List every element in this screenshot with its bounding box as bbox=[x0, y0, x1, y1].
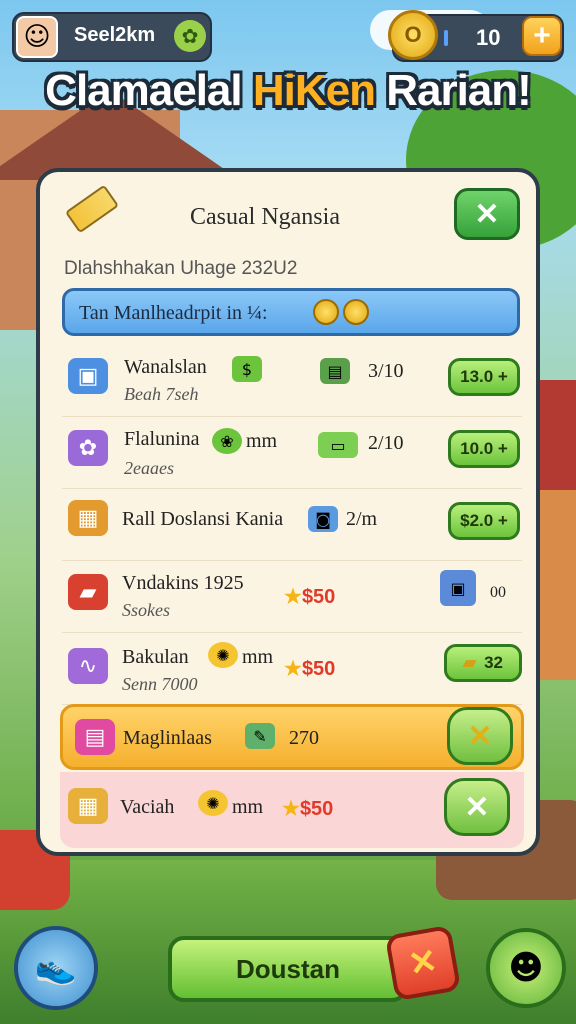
crate-icon: ▦ bbox=[68, 788, 108, 824]
item-name: Flalunina bbox=[124, 428, 200, 450]
item-count: 2/m bbox=[346, 508, 378, 530]
star-price: ★$50 bbox=[282, 796, 333, 821]
shop-row[interactable]: ▦ Rall Doslansi Kania ◙ 2/m $2.0 + bbox=[62, 492, 522, 561]
cake-icon: ▤ bbox=[75, 719, 115, 755]
scroll-icon: ✎ bbox=[245, 723, 275, 749]
coin-icon: O bbox=[388, 10, 438, 60]
clover-badge-icon: ✿ bbox=[174, 20, 206, 52]
star-price: ★$50 bbox=[284, 584, 335, 609]
item-sub: 2eaaes bbox=[124, 458, 174, 478]
item-extra: 00 bbox=[490, 584, 506, 601]
cancel-button[interactable]: ✕ bbox=[384, 924, 462, 1002]
banner-title-part3: Rarian! bbox=[374, 66, 532, 115]
star-icon: ★ bbox=[282, 798, 300, 820]
sun-icon: ✺ bbox=[198, 790, 228, 816]
buy-button[interactable]: $2.0 + bbox=[448, 502, 520, 540]
pet-menu-button[interactable]: ☻ bbox=[486, 928, 566, 1008]
coin-icon bbox=[313, 299, 339, 325]
shop-row[interactable]: ✿ Flalunina ❀ mm 2eaaes ▭ 2/10 10.0 + bbox=[62, 420, 522, 489]
car-icon: ▰ bbox=[68, 574, 108, 610]
coin-count: 10 bbox=[476, 25, 501, 50]
item-name: Rall Doslansi Kania bbox=[122, 508, 284, 530]
coin-panel: O 10 + bbox=[388, 10, 564, 62]
player-panel[interactable]: ☺ Seel2km ✿ bbox=[12, 12, 212, 62]
highlight-row[interactable]: ▤ Maglinlaas ✎ 270 ✕ bbox=[60, 704, 524, 770]
dragon-icon: ∿ bbox=[68, 648, 108, 684]
item-sub: Senn 7000 bbox=[122, 674, 198, 694]
shoe-menu-button[interactable]: 👟 bbox=[14, 926, 98, 1010]
shop-row[interactable]: ∿ Bakulan ✺ mm Senn 7000 ★$50 ▰ 32 bbox=[62, 636, 522, 705]
item-count: 3/10 bbox=[368, 360, 404, 382]
avatar[interactable]: ☺ bbox=[16, 16, 58, 58]
panel-subtitle: Dlahshhakan Uhage 232U2 bbox=[64, 258, 298, 279]
star-icon: ★ bbox=[284, 658, 302, 680]
item-name: Bakulan bbox=[122, 646, 189, 668]
sun-icon: ✺ bbox=[208, 642, 238, 668]
shop-panel: Casual Ngansia ✕ Dlahshhakan Uhage 232U2… bbox=[36, 168, 540, 856]
player-name: Seel2km bbox=[74, 24, 156, 46]
star-price-value: $50 bbox=[299, 798, 334, 820]
item-name: Wanalslan bbox=[124, 356, 207, 378]
item-count: 2/10 bbox=[368, 432, 404, 454]
machine-icon: ▣ bbox=[440, 570, 476, 606]
battery-icon: ▭ bbox=[318, 432, 358, 458]
item-name: Maglinlaas bbox=[123, 727, 212, 749]
highlight-action-button[interactable]: ✕ bbox=[447, 707, 513, 765]
star-icon: ★ bbox=[284, 586, 302, 608]
banner-title: Clamaelal HiKen Rarian! bbox=[0, 66, 576, 116]
star-price-value: $50 bbox=[301, 658, 336, 680]
star-price-value: $50 bbox=[301, 586, 336, 608]
buy-button[interactable]: 10.0 + bbox=[448, 430, 520, 468]
crate-icon: ▦ bbox=[68, 500, 108, 536]
info-bar: Tan Manlheadrpit in ¼: bbox=[62, 288, 520, 336]
item-sub: Ssokes bbox=[122, 600, 170, 620]
add-coins-button[interactable]: + bbox=[522, 16, 562, 56]
highlight-action-button[interactable]: ✕ bbox=[444, 778, 510, 836]
cash-icon: $ bbox=[232, 356, 262, 382]
info-text: Tan Manlheadrpit in ¼: bbox=[79, 302, 268, 324]
coin-symbol: O bbox=[404, 22, 422, 47]
buy-button[interactable]: ▰ 32 bbox=[444, 644, 522, 682]
item-extra: mm bbox=[232, 796, 264, 818]
buy-button-label: 32 bbox=[484, 653, 503, 672]
bow-icon: ✿ bbox=[68, 430, 108, 466]
item-name: Vaciah bbox=[120, 796, 175, 818]
highlight-row[interactable]: ▦ Vaciah ✺ mm ★$50 ✕ bbox=[60, 772, 524, 848]
picture-icon: ▤ bbox=[320, 358, 350, 384]
gold-bar-icon: ▰ bbox=[463, 653, 477, 672]
shop-row[interactable]: ▰ Vndakins 1925 Ssokes ★$50 ▣ 00 bbox=[62, 564, 522, 633]
item-extra: mm bbox=[242, 646, 274, 668]
pencil-icon bbox=[64, 184, 120, 234]
coin-icon bbox=[343, 299, 369, 325]
gift-icon: ▣ bbox=[68, 358, 108, 394]
item-name: Vndakins 1925 bbox=[122, 572, 244, 594]
coin-bar-icon bbox=[444, 30, 448, 46]
buy-button[interactable]: 13.0 + bbox=[448, 358, 520, 396]
item-count: 270 bbox=[289, 727, 319, 749]
banner-title-highlight: HiKen bbox=[252, 66, 376, 115]
panel-title: Casual Ngansia bbox=[190, 204, 340, 230]
banner-title-part1: Clamaelal bbox=[45, 66, 253, 115]
star-price: ★$50 bbox=[284, 656, 335, 681]
shop-row[interactable]: ▣ Wanalslan $ Beah 7seh ▤ 3/10 13.0 + bbox=[62, 348, 522, 417]
leaf-icon: ❀ bbox=[212, 428, 242, 454]
close-panel-button[interactable]: ✕ bbox=[454, 188, 520, 240]
main-action-button[interactable]: Doustan bbox=[168, 936, 408, 1002]
barrel-icon: ◙ bbox=[308, 506, 338, 532]
item-sub: Beah 7seh bbox=[124, 384, 199, 404]
item-extra: mm bbox=[246, 430, 278, 452]
